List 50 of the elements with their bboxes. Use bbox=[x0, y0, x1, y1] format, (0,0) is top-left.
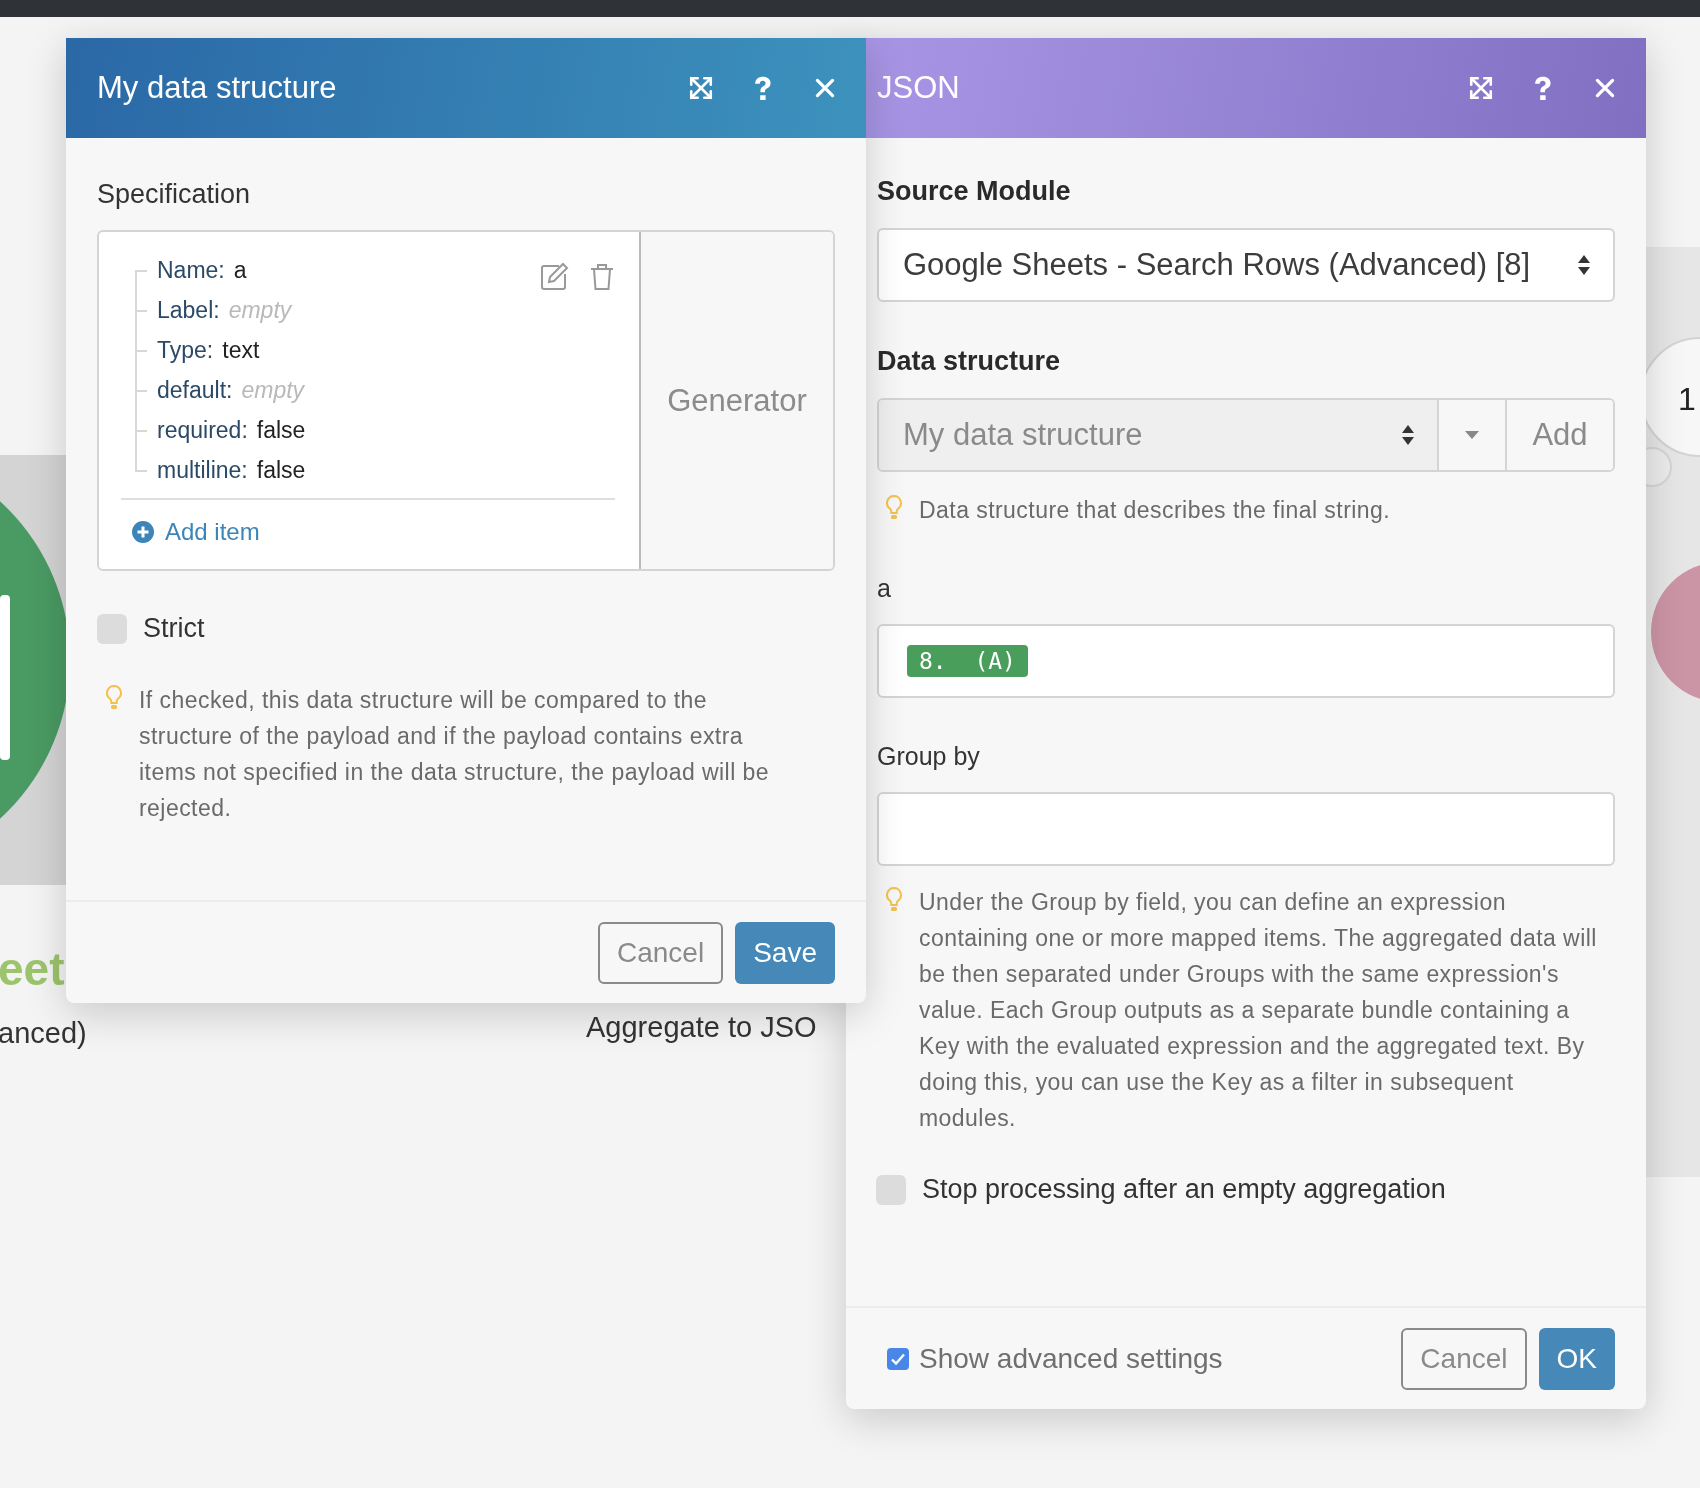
lightbulb-icon bbox=[885, 494, 903, 522]
app-name: eet bbox=[0, 942, 65, 996]
checkbox-label: Strict bbox=[143, 613, 205, 644]
module-name: anced) bbox=[0, 1017, 87, 1050]
field-label: a bbox=[877, 573, 892, 604]
lightbulb-icon bbox=[105, 684, 123, 712]
section-label: Specification bbox=[97, 178, 252, 210]
module-title: Aggregate to JSO bbox=[586, 1011, 817, 1044]
item-value: text bbox=[222, 336, 260, 364]
trash-icon[interactable] bbox=[589, 262, 615, 292]
sort-arrows-icon bbox=[1577, 253, 1591, 277]
plus-icon bbox=[131, 520, 155, 544]
lightbulb-icon bbox=[885, 886, 903, 914]
input-field[interactable]: 8. (A) bbox=[877, 624, 1615, 698]
field-label: Source Module bbox=[877, 175, 1072, 208]
item-key: Type: bbox=[157, 336, 214, 364]
item-key: default: bbox=[157, 376, 233, 404]
checkbox[interactable] bbox=[887, 1347, 909, 1370]
item-key: multiline: bbox=[157, 456, 248, 484]
checkbox[interactable] bbox=[876, 1174, 906, 1205]
hint-text: Data structure that describes the final string. bbox=[919, 496, 1391, 525]
item-value: a bbox=[233, 256, 247, 284]
cancel-button[interactable]: Cancel bbox=[1401, 1327, 1527, 1390]
expand-icon[interactable] bbox=[688, 75, 714, 101]
item-value: empty bbox=[228, 296, 292, 324]
item-key: required: bbox=[157, 416, 248, 444]
expand-icon[interactable] bbox=[1468, 75, 1494, 101]
dialog-title: JSON bbox=[877, 70, 960, 106]
hint-text: Under the Group by field, you can define an expression containing one or more mapped items. The aggregated data will be then separated under Groups with the same expression's value. Each Group outputs as a separate bundle containing a Key with the evaluated expression and the aggregated text. By doing this, you can use the Key as a filter in subsequent modules. bbox=[919, 888, 1598, 1133]
checkbox-label: Stop processing after an empty aggregation bbox=[922, 1174, 1446, 1205]
field-label: Data structure bbox=[877, 345, 1062, 378]
checkbox[interactable] bbox=[97, 613, 127, 644]
field-label: Group by bbox=[877, 741, 981, 772]
generator-button[interactable]: Generator bbox=[667, 382, 807, 419]
checkbox-label: Show advanced settings bbox=[919, 1342, 1223, 1375]
confirm-button[interactable]: OK bbox=[1538, 1327, 1615, 1390]
source-module-select[interactable]: Google Sheets - Search Rows (Advanced) [8] bbox=[877, 228, 1615, 302]
item-value: empty bbox=[241, 376, 305, 404]
confirm-button[interactable]: Save bbox=[735, 921, 835, 984]
item-key: Name: bbox=[157, 256, 225, 284]
mapped-value-pill[interactable]: 8. (A) bbox=[907, 645, 1028, 677]
item-value: false bbox=[256, 416, 306, 444]
input-field[interactable] bbox=[877, 792, 1615, 866]
dialog-title: My data structure bbox=[97, 70, 337, 106]
add-item-link[interactable]: Add item bbox=[131, 518, 260, 546]
item-value: false bbox=[256, 456, 306, 484]
cancel-button[interactable]: Cancel bbox=[598, 921, 724, 984]
hint-text: If checked, this data structure will be compared to the structure of the payload and if the payload contains extra items not specified in the data structure, the payload will be rejected. bbox=[139, 686, 771, 823]
item-key: Label: bbox=[157, 296, 220, 324]
edit-icon[interactable] bbox=[539, 262, 569, 292]
